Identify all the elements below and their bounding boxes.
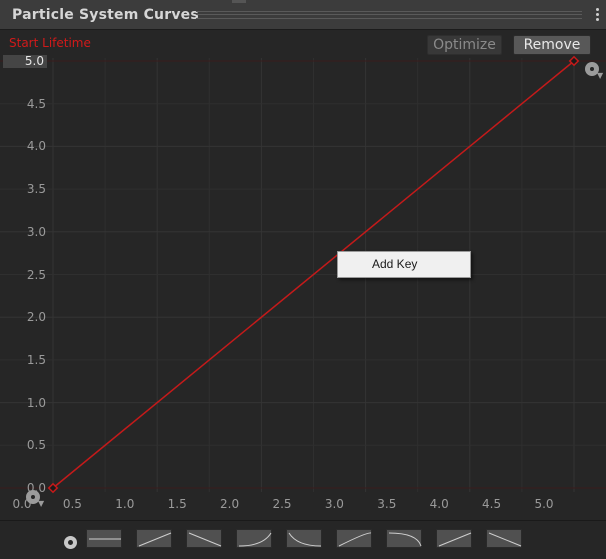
presets-settings-icon[interactable] xyxy=(64,536,77,549)
preset-curve-icon xyxy=(438,532,472,547)
preset-linear-down-2-button[interactable] xyxy=(486,529,522,548)
preset-curve-icon xyxy=(188,532,222,547)
context-menu: Add Key xyxy=(337,251,471,278)
curve-label: Start Lifetime xyxy=(9,36,91,50)
preset-flat-button[interactable] xyxy=(86,529,122,548)
y-tick-label: 4.5 xyxy=(26,96,46,111)
presets-bar xyxy=(0,520,606,559)
plot-grid xyxy=(0,58,606,492)
preset-ease-in-button[interactable] xyxy=(236,529,272,548)
y-tick-label: 0.5 xyxy=(26,438,46,453)
x-tick-label: 3.5 xyxy=(377,497,397,511)
key-settings-caret-icon: ▼ xyxy=(597,71,604,80)
preset-linear-up-button[interactable] xyxy=(136,529,172,548)
preset-linear-down-button[interactable] xyxy=(186,529,222,548)
y-tick-label: 1.0 xyxy=(26,395,46,410)
y-tick-label: 4.0 xyxy=(26,139,46,154)
menu-item-add-key[interactable]: Add Key xyxy=(372,257,417,271)
preset-curve-icon xyxy=(138,532,172,547)
y-tick-label: 1.5 xyxy=(26,352,46,367)
x-tick-label: 0.5 xyxy=(62,497,82,511)
preset-curve-icon xyxy=(488,532,522,547)
x-tick-label: 2.5 xyxy=(272,497,292,511)
y-tick-label: 2.0 xyxy=(26,310,46,325)
x-tick-label: 2.0 xyxy=(220,497,240,511)
max-value-field[interactable]: 5.0 xyxy=(3,55,47,68)
x-tick-label: 4.5 xyxy=(482,497,502,511)
remove-button[interactable]: Remove xyxy=(513,35,591,55)
y-tick-label: 3.0 xyxy=(26,224,46,239)
y-tick-label: 3.5 xyxy=(26,182,46,197)
curve-plot[interactable] xyxy=(0,0,606,520)
preset-smooth-down-button[interactable] xyxy=(386,529,422,548)
optimize-button[interactable]: Optimize xyxy=(427,35,502,55)
preset-curve-icon xyxy=(388,532,422,547)
preset-linear-up-2-button[interactable] xyxy=(436,529,472,548)
preset-curve-icon xyxy=(288,532,322,547)
x-tick-label: 3.0 xyxy=(324,497,344,511)
preset-curve-icon xyxy=(238,532,272,547)
x-tick-label: 5.0 xyxy=(534,497,554,511)
x-tick-label: 1.5 xyxy=(167,497,187,511)
preset-curve-icon xyxy=(338,532,372,547)
preset-ease-out-button[interactable] xyxy=(286,529,322,548)
x-tick-label: 1.0 xyxy=(115,497,135,511)
preset-ease-in-out-button[interactable] xyxy=(336,529,372,548)
y-tick-label: 2.5 xyxy=(26,267,46,282)
x-tick-label: 4.0 xyxy=(429,497,449,511)
key-settings-caret-icon: ▼ xyxy=(38,499,45,508)
